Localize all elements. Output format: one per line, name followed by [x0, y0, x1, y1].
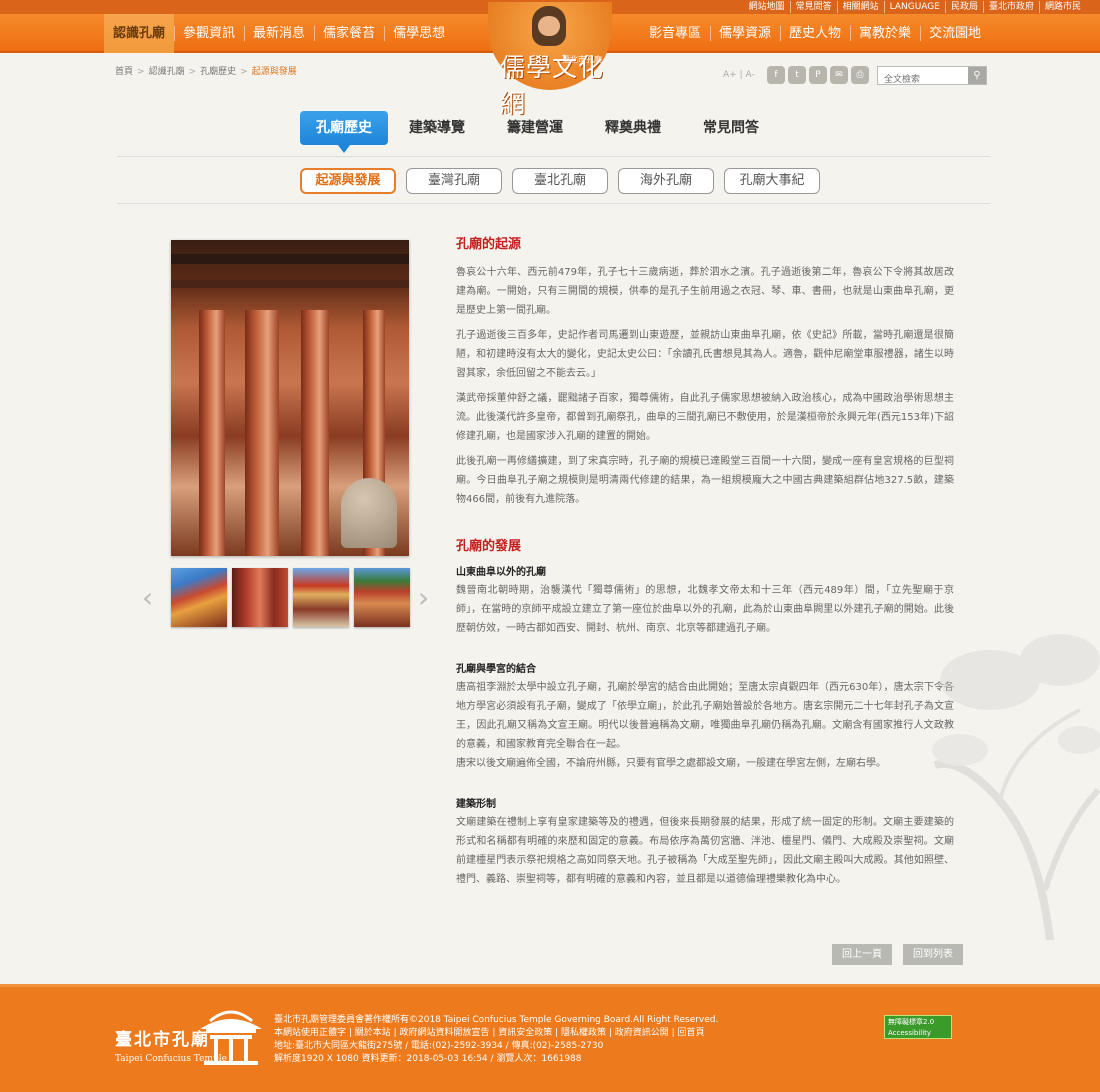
nav-right: 影音專區 儒學資源 歷史人物 寓教於樂 交流園地: [640, 14, 990, 53]
portrait-face: [538, 16, 560, 36]
breadcrumb-history[interactable]: 孔廟歷史: [200, 67, 236, 77]
photo-pillar: [245, 310, 279, 556]
top-link-sitemap[interactable]: 網站地圖: [744, 1, 790, 13]
email-icon[interactable]: ✉: [830, 66, 848, 84]
tab-history[interactable]: 孔廟歷史: [300, 111, 388, 153]
divider: [117, 203, 990, 204]
nav-item-resources[interactable]: 儒學資源: [710, 14, 780, 53]
subsection-title: 孔廟與學宮的結合: [456, 664, 536, 675]
nav-item-cuisine[interactable]: 儒家餐苔: [314, 14, 384, 53]
top-link-civil-affairs[interactable]: 民政局: [944, 1, 983, 13]
nav-item-news[interactable]: 最新消息: [244, 14, 314, 53]
top-link-language[interactable]: LANGUAGE: [883, 1, 945, 13]
breadcrumb: 首頁 > 認識孔廟 > 孔廟歷史 > 起源與發展: [115, 64, 297, 77]
search-input[interactable]: [878, 71, 968, 89]
photo-beam: [171, 254, 409, 264]
breadcrumb-home[interactable]: 首頁: [115, 67, 133, 77]
top-link-related[interactable]: 相關網站: [836, 1, 884, 13]
nav-item-figures[interactable]: 歷史人物: [780, 14, 850, 53]
tab-faq[interactable]: 常見問答: [682, 111, 780, 145]
search-box: ⚲: [877, 66, 987, 89]
paragraph: 漢武帝採董仲舒之議，罷黜諸子百家，獨尊儒術，自此孔子儒家思想被納入政治核心，成為…: [456, 393, 954, 442]
photo-pillar: [199, 310, 225, 556]
paragraph: 魏晉南北朝時期，治襲漢代「獨尊儒術」的思想，北魏孝文帝太和十三年（西元489年）…: [456, 585, 954, 634]
footer-info: 臺北市孔廟管理委員會著作權所有©2018 Taipei Confucius Te…: [274, 1014, 718, 1066]
font-decrease-button[interactable]: A-: [745, 70, 754, 80]
paragraph: 魯哀公十六年、西元前479年，孔子七十三歲病逝，葬於泗水之濱。孔子過逝後第二年，…: [456, 267, 954, 316]
logo-subtitle: 臺北市孔廟: [562, 55, 602, 64]
paragraph: 此後孔廟一再修繕擴建，到了宋真宗時，孔子廟的規模已達殿堂三百間一十六間，變成一座…: [456, 456, 954, 505]
stone-lion: [341, 478, 397, 548]
top-link-faq[interactable]: 常見問答: [789, 1, 837, 13]
paragraph: 唐高祖李淵於太學中設立孔子廟，孔廟於學宮的結合由此開始；至唐太宗貞觀四年（西元6…: [456, 682, 954, 750]
subsection-title: 建築形制: [456, 799, 496, 810]
top-link-citizen[interactable]: 網路市民: [1038, 1, 1086, 13]
back-button[interactable]: 回上一頁: [832, 944, 892, 965]
paragraph: 文廟建築在禮制上享有皇家建築等及的禮遇，但後來長期發展的結果，形成了統一固定的形…: [456, 817, 954, 885]
back-to-list-button[interactable]: 回到列表: [903, 944, 963, 965]
breadcrumb-current: 起源與發展: [251, 67, 297, 77]
main-photo: [171, 240, 409, 556]
top-link-taipei-gov[interactable]: 臺北市政府: [982, 1, 1039, 13]
print-icon[interactable]: ⎙: [851, 66, 869, 84]
photo-pillar: [301, 310, 329, 556]
nav-left: 認識孔廟 參觀資訊 最新消息 儒家餐苔 儒學思想: [104, 14, 454, 53]
breadcrumb-separator: >: [137, 67, 145, 77]
photo-beam: [171, 280, 409, 288]
top-links: 網站地圖 常見問答 相關網站 LANGUAGE 民政局 臺北市政府 網路市民: [744, 1, 1086, 13]
paragraph: 唐宋以後文廟遍佈全國，不論府州縣，只要有官學之處都設文廟，一般建在學宮左側，左廟…: [456, 758, 886, 769]
facebook-icon[interactable]: f: [767, 66, 785, 84]
paragraph: 孔子過逝後三百多年，史記作者司馬遷到山東遊歷，並親訪山東曲阜孔廟，依《史記》所載…: [456, 330, 954, 379]
thumbnail[interactable]: [293, 568, 349, 627]
tab-ceremony[interactable]: 釋奠典禮: [584, 111, 682, 145]
gallery-next-icon[interactable]: ›: [418, 584, 429, 612]
footer: 臺北市孔廟 Taipei Confucius Temple 臺北市孔廟管理委員會…: [0, 984, 1100, 1092]
twitter-icon[interactable]: t: [788, 66, 806, 84]
subtab-origin[interactable]: 起源與發展: [300, 168, 396, 194]
subtab-taipei[interactable]: 臺北孔廟: [512, 168, 608, 194]
nav-item-about-temple[interactable]: 認識孔廟: [104, 14, 175, 53]
subsection-title: 山東曲阜以外的孔廟: [456, 567, 546, 578]
thumbnail[interactable]: [171, 568, 227, 627]
plurk-icon[interactable]: P: [809, 66, 827, 84]
nav-item-thought[interactable]: 儒學思想: [384, 14, 454, 53]
site-logo[interactable]: 儒學文化網 臺北市孔廟: [488, 2, 612, 118]
nav-item-visit-info[interactable]: 參觀資訊: [174, 14, 244, 53]
breadcrumb-separator: >: [188, 67, 197, 77]
thumbnail[interactable]: [354, 568, 410, 627]
font-size-controls: A+ | A-: [723, 70, 755, 80]
accessibility-badge[interactable]: 無障礙標章2.0 Accessibility: [884, 1015, 952, 1039]
section-title-development: 孔廟的發展: [456, 539, 522, 554]
footer-copyright: 臺北市孔廟管理委員會著作權所有©2018 Taipei Confucius Te…: [274, 1015, 719, 1025]
subtab-timeline[interactable]: 孔廟大事紀: [724, 168, 820, 194]
subtab-overseas[interactable]: 海外孔廟: [618, 168, 714, 194]
temple-building-icon: [200, 1010, 262, 1065]
share-icons: f t P ✉ ⎙: [767, 66, 869, 84]
gallery-prev-icon[interactable]: ‹: [142, 584, 153, 612]
breadcrumb-about[interactable]: 認識孔廟: [149, 67, 185, 77]
sub-tabs: 起源與發展 臺灣孔廟 臺北孔廟 海外孔廟 孔廟大事紀: [300, 168, 820, 194]
article-content: 孔廟的起源 魯哀公十六年、西元前479年，孔子七十三歲病逝，葬於泗水之濱。孔子過…: [456, 235, 954, 895]
category-tabs: 孔廟歷史 建築導覽 籌建營運 釋奠典禮 常見問答: [300, 111, 780, 153]
thumbnail-strip: [171, 568, 410, 627]
footer-stats: 解析度1920 X 1080 資料更新：2018-05-03 16:54 / 瀏…: [274, 1054, 582, 1064]
tab-operation[interactable]: 籌建營運: [486, 111, 584, 145]
divider: [117, 156, 990, 157]
subtab-taiwan[interactable]: 臺灣孔廟: [406, 168, 502, 194]
nav-item-community[interactable]: 交流園地: [920, 14, 990, 53]
thumbnail[interactable]: [232, 568, 288, 627]
search-icon[interactable]: ⚲: [968, 67, 986, 84]
decorative-tree-illustration: [932, 634, 1100, 940]
page-buttons: 回上一頁 回到列表: [832, 944, 963, 965]
section-title-origin: 孔廟的起源: [456, 237, 522, 252]
nav-item-games[interactable]: 寓教於樂: [850, 14, 920, 53]
font-increase-button[interactable]: A+: [723, 70, 737, 80]
tab-architecture[interactable]: 建築導覽: [388, 111, 486, 145]
nav-item-media[interactable]: 影音專區: [640, 14, 710, 53]
breadcrumb-separator: >: [240, 67, 248, 77]
footer-links[interactable]: 本網站使用正體字 | 關於本站 | 政府網站資料開放宣告 | 資訊安全政策 | …: [274, 1027, 718, 1040]
footer-contact: 地址:臺北市大同區大龍街275號 / 電話:(02)-2592-3934 / 傳…: [274, 1041, 604, 1051]
